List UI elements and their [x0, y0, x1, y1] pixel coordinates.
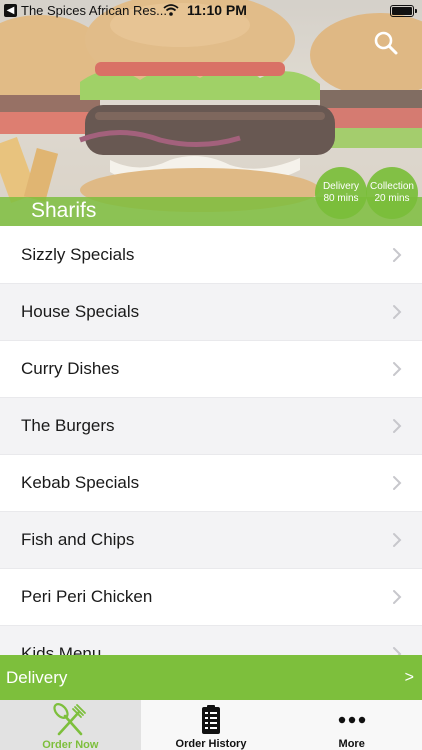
menu-category-list[interactable]: Sizzly Specials House Specials Curry Dis…	[0, 227, 422, 655]
collection-badge-time: 20 mins	[374, 193, 410, 204]
chevron-right-icon	[393, 533, 402, 547]
menu-item-curry-dishes[interactable]: Curry Dishes	[0, 341, 422, 398]
collection-time-badge: Collection 20 mins	[366, 167, 418, 219]
chevron-right-icon	[393, 419, 402, 433]
back-to-app-icon[interactable]: ◀	[4, 4, 17, 17]
delivery-badge-time: 80 mins	[323, 193, 359, 204]
fork-knife-icon	[53, 703, 87, 736]
tab-more[interactable]: More	[281, 700, 422, 750]
menu-item-peri-peri-chicken[interactable]: Peri Peri Chicken	[0, 569, 422, 626]
chevron-right-icon	[393, 248, 402, 262]
menu-item-label: Kebab Specials	[21, 473, 140, 492]
search-icon[interactable]	[373, 30, 399, 56]
tab-label: More	[338, 738, 365, 750]
more-dots-icon	[338, 716, 365, 723]
chevron-right-icon	[393, 647, 402, 655]
delivery-mode-label: Delivery	[6, 667, 68, 687]
menu-item-kebab-specials[interactable]: Kebab Specials	[0, 455, 422, 512]
status-bar: ◀ The Spices African Res... 11:10 PM	[0, 0, 422, 22]
chevron-right-icon	[393, 590, 402, 604]
menu-item-label: Sizzly Specials	[21, 245, 135, 264]
menu-item-kids-menu[interactable]: Kids Menu	[0, 626, 422, 655]
delivery-mode-arrow: >	[404, 668, 414, 686]
chevron-right-icon	[393, 476, 402, 490]
menu-item-label: The Burgers	[21, 416, 115, 435]
tab-label: Order History	[175, 738, 247, 750]
status-time: 11:10 PM	[187, 2, 247, 18]
tab-order-now[interactable]: Order Now	[0, 700, 141, 750]
back-app-name[interactable]: The Spices African Res...	[21, 3, 167, 18]
delivery-badge-label: Delivery	[322, 181, 360, 192]
hero-banner: ◀ The Spices African Res... 11:10 PM Sha…	[0, 0, 422, 226]
menu-item-label: Kids Menu	[21, 644, 102, 655]
menu-item-label: House Specials	[21, 302, 140, 321]
wifi-icon	[163, 4, 179, 16]
menu-item-label: Fish and Chips	[21, 530, 135, 549]
menu-item-label: Curry Dishes	[21, 359, 120, 378]
tab-label: Order Now	[42, 739, 99, 750]
chevron-right-icon	[393, 362, 402, 376]
restaurant-name: Sharifs	[31, 199, 97, 222]
battery-icon	[390, 5, 417, 17]
receipt-icon	[202, 704, 220, 734]
menu-item-sizzly-specials[interactable]: Sizzly Specials	[0, 227, 422, 284]
menu-item-fish-and-chips[interactable]: Fish and Chips	[0, 512, 422, 569]
tab-order-history[interactable]: Order History	[141, 700, 282, 750]
delivery-time-badge: Delivery 80 mins	[315, 167, 367, 219]
menu-item-label: Peri Peri Chicken	[21, 587, 153, 606]
menu-item-house-specials[interactable]: House Specials	[0, 284, 422, 341]
chevron-right-icon	[393, 305, 402, 319]
menu-item-the-burgers[interactable]: The Burgers	[0, 398, 422, 455]
delivery-mode-bar[interactable]: Delivery >	[0, 655, 422, 700]
collection-badge-label: Collection	[370, 181, 414, 192]
tab-bar: Order Now Order History More	[0, 700, 422, 750]
